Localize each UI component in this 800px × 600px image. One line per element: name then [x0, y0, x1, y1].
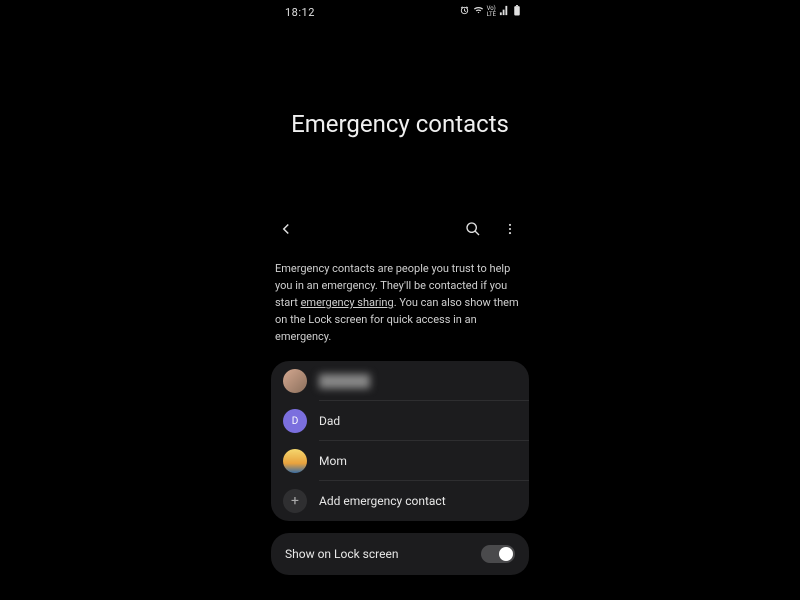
- avatar: [283, 369, 307, 393]
- battery-icon: [513, 5, 521, 19]
- contact-name: Dad: [319, 414, 340, 428]
- lock-screen-toggle[interactable]: [481, 545, 515, 563]
- status-icons: Vo)LTE: [459, 5, 521, 19]
- plus-icon: +: [283, 489, 307, 513]
- contact-row[interactable]: ██████: [271, 361, 529, 401]
- wifi-icon: [473, 5, 484, 19]
- volte-icon: Vo)LTE: [487, 6, 496, 18]
- status-bar: 18:12 Vo)LTE: [265, 0, 535, 22]
- contact-row[interactable]: Mom: [271, 441, 529, 481]
- contacts-card: ██████ D Dad Mom + Add emergency contact: [271, 361, 529, 521]
- page-title: Emergency contacts: [265, 110, 535, 138]
- lock-screen-card: Show on Lock screen: [271, 533, 529, 575]
- signal-icon: [499, 5, 510, 19]
- contact-name: ██████: [319, 374, 370, 388]
- contact-name: Mom: [319, 454, 347, 468]
- search-button[interactable]: [461, 217, 485, 241]
- description-text: Emergency contacts are people you trust …: [265, 260, 535, 345]
- phone-screen: 18:12 Vo)LTE Emergency contacts: [265, 0, 535, 600]
- add-contact-label: Add emergency contact: [319, 494, 446, 508]
- lock-screen-label: Show on Lock screen: [285, 547, 398, 561]
- add-contact-row[interactable]: + Add emergency contact: [271, 481, 529, 521]
- toolbar: [265, 216, 535, 242]
- status-time: 18:12: [285, 6, 315, 19]
- avatar: D: [283, 409, 307, 433]
- back-button[interactable]: [273, 216, 299, 242]
- emergency-sharing-link[interactable]: emergency sharing: [301, 296, 394, 309]
- avatar: [283, 449, 307, 473]
- alarm-icon: [459, 5, 470, 19]
- more-button[interactable]: [499, 218, 521, 240]
- contact-row[interactable]: D Dad: [271, 401, 529, 441]
- toggle-knob: [499, 547, 513, 561]
